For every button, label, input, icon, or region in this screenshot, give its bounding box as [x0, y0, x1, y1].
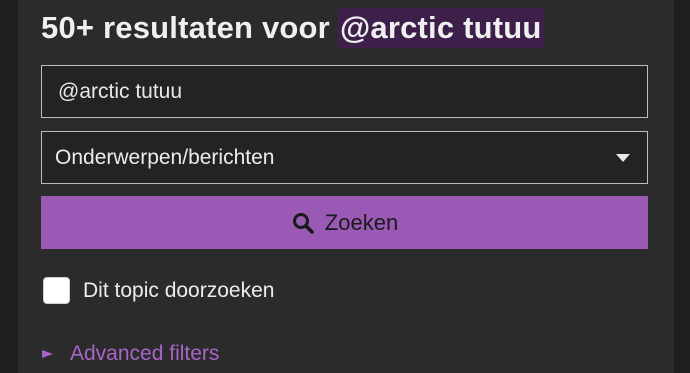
search-button-label: Zoeken: [324, 209, 399, 235]
results-count-text: 50+ resultaten voor: [41, 10, 330, 45]
advanced-filters-toggle[interactable]: Advanced filters: [42, 340, 219, 368]
search-panel: [18, 0, 674, 373]
search-type-select[interactable]: Onderwerpen/berichten: [41, 131, 648, 184]
search-term-highlight: @arctic tutuu: [337, 8, 544, 48]
page-title: 50+ resultaten voor @arctic tutuu: [41, 6, 544, 50]
search-input[interactable]: [41, 65, 648, 118]
search-this-topic-checkbox[interactable]: [43, 277, 70, 304]
advanced-filters-label: Advanced filters: [70, 342, 220, 365]
search-icon: [292, 212, 314, 234]
page: 50+ resultaten voor @arctic tutuu Onderw…: [0, 0, 690, 373]
search-this-topic-label[interactable]: Dit topic doorzoeken: [83, 279, 274, 303]
topic-search-option: Dit topic doorzoeken: [43, 275, 274, 306]
search-type-selected: Onderwerpen/berichten: [55, 145, 275, 169]
caret-down-icon: [616, 154, 630, 162]
disclosure-triangle-icon: [42, 350, 53, 358]
search-button[interactable]: Zoeken: [41, 196, 648, 249]
